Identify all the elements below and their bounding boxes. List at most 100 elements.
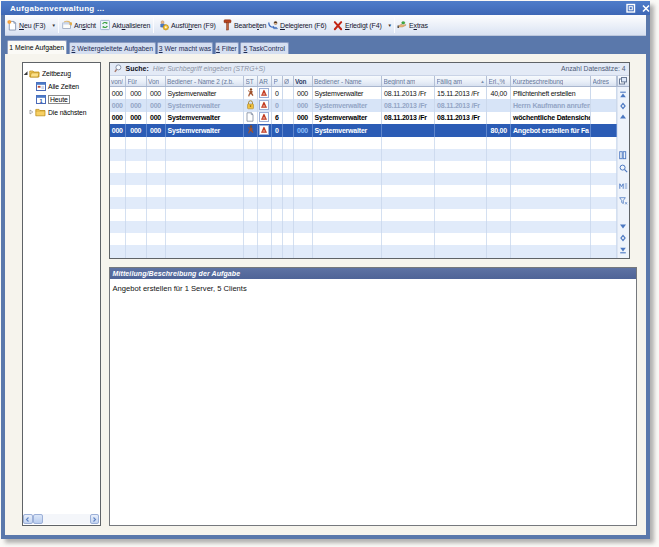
cell-von-: 000	[110, 87, 127, 99]
toolbar-button-ansicht[interactable]: Ansicht	[62, 15, 96, 35]
empty-cell	[487, 137, 511, 149]
cell-bediener-name-2-z-b-: Systemverwalter	[166, 124, 245, 136]
search-icon[interactable]	[619, 164, 628, 173]
tab-5[interactable]: 5 TaskControl	[240, 42, 289, 54]
tree-item-heute[interactable]: 1Heute	[29, 93, 70, 106]
column-header-erl-[interactable]: Erl.,%	[487, 76, 511, 86]
empty-cell	[258, 245, 273, 257]
cell-p: 6	[272, 112, 283, 124]
expander-expanded-icon[interactable]	[23, 70, 28, 77]
empty-cell	[244, 185, 258, 197]
go-last-icon[interactable]	[619, 245, 628, 254]
column-header-von[interactable]: Von	[294, 76, 313, 86]
column-header-beginnt-am[interactable]: Beginnt am	[382, 76, 435, 86]
column-header--[interactable]: Ø	[283, 76, 294, 86]
record-count: Anzahl Datensätze: 4	[561, 65, 626, 72]
dropdown-arrow-icon[interactable]: ▼	[51, 23, 55, 28]
page-up-icon[interactable]	[619, 101, 628, 110]
padlock-icon	[246, 100, 255, 111]
toolbar-button-label: Bearbeiten	[234, 22, 266, 29]
dropdown-arrow-icon[interactable]: ▼	[388, 23, 392, 28]
column-header-bediener-name[interactable]: Bediener - Name	[313, 76, 383, 86]
scroll-left-icon[interactable]	[23, 514, 33, 524]
tab-label: 2 Weitergeleitete Aufgaben	[72, 45, 154, 52]
tree-item-zeitbezug[interactable]: Zeitbezug	[23, 67, 71, 80]
search-label: Suche:	[126, 65, 149, 72]
column-header-adres[interactable]: Adres	[591, 76, 617, 86]
empty-cell	[591, 233, 617, 245]
empty-cell	[283, 173, 294, 185]
column-header-kurzbeschreibung[interactable]: Kurzbeschreibung	[511, 76, 591, 86]
empty-cell	[110, 209, 127, 221]
page-down-icon[interactable]	[619, 233, 628, 242]
filter-icon[interactable]	[619, 196, 628, 205]
empty-cell	[313, 209, 383, 221]
tab-label: 1 Meine Aufgaben	[9, 44, 64, 51]
grid-header-row: von/FürVonBediener - Name 2 (z.b.STARPØV…	[110, 76, 618, 87]
empty-grid-stripe	[110, 137, 618, 149]
toolbar-button-ausfhren[interactable]: Ausführen (F9)	[159, 15, 216, 35]
grid-search-row[interactable]: Suche: Hier Suchbegriff eingeben (STRG+S…	[110, 63, 629, 77]
inplace-icon[interactable]	[619, 181, 628, 190]
column-header-st[interactable]: ST	[244, 76, 258, 86]
time-filter-tree: ZeitbezugAlle Zeiten1HeuteDie nächsten	[22, 62, 101, 526]
description-body[interactable]: Angebot erstellen für 1 Server, 5 Client…	[110, 279, 637, 298]
title-bar[interactable]: Aufgabenverwaltung ...	[1, 1, 650, 15]
column-header-bediener-name-2-z-b-[interactable]: Bediener - Name 2 (z.b.	[166, 76, 245, 86]
empty-cell	[511, 245, 591, 257]
empty-cell	[294, 173, 313, 185]
customize-icon[interactable]	[619, 151, 628, 160]
tree-horizontal-scrollbar[interactable]	[23, 514, 99, 524]
empty-cell	[258, 197, 273, 209]
cell--	[283, 87, 294, 99]
grid-row-4[interactable]: 000000000Systemverwalter0000Systemverwal…	[110, 124, 618, 136]
column-header-ar[interactable]: AR	[258, 76, 273, 86]
grid-row-1[interactable]: 000000000Systemverwalter0000Systemverwal…	[110, 87, 618, 99]
tab-4[interactable]: 4 Filter	[215, 42, 239, 54]
cell-kurzbeschreibung: Herrn Kaufmann anrufen	[511, 99, 591, 111]
empty-cell	[258, 149, 273, 161]
empty-grid-stripe	[110, 197, 618, 209]
empty-cell	[110, 149, 127, 161]
empty-cell	[110, 245, 127, 257]
go-first-icon[interactable]	[619, 90, 628, 99]
search-icon	[114, 64, 122, 74]
close-icon[interactable]	[641, 3, 651, 13]
column-header-f-r[interactable]: Für	[126, 76, 147, 86]
restore-icon[interactable]	[626, 3, 636, 13]
toolbar-button-neu[interactable]: Neu (F3)▼	[7, 15, 56, 35]
row-up-icon[interactable]	[619, 112, 628, 121]
cell-f-llig-am: 08.11.2013 /Fr	[435, 99, 487, 111]
empty-cell	[126, 221, 147, 233]
column-header-von[interactable]: Von	[147, 76, 166, 86]
toolbar-button-delegieren[interactable]: Delegieren (F6)	[268, 15, 326, 35]
toolbar-button-extras[interactable]: Extras	[397, 15, 428, 35]
search-placeholder[interactable]: Hier Suchbegriff eingeben (STRG+S)	[153, 65, 265, 72]
cell-erl-	[487, 112, 511, 124]
grid-row-3[interactable]: 000000000Systemverwalter6000Systemverwal…	[110, 112, 618, 124]
toolbar-button-erledigt[interactable]: Erledigt (F4)▼	[333, 15, 392, 35]
scrollbar-thumb[interactable]	[33, 514, 43, 524]
toolbar-button-aktualisieren[interactable]: Aktualisieren	[100, 15, 150, 35]
row-down-icon[interactable]	[619, 221, 628, 230]
empty-cell	[147, 185, 166, 197]
expander-collapsed-icon[interactable]	[29, 109, 34, 116]
tab-2[interactable]: 2 Weitergeleitete Aufgaben	[69, 42, 157, 54]
tree-item-die-n-chsten[interactable]: Die nächsten	[29, 106, 86, 119]
tree-item-alle-zeiten[interactable]: Alle Zeiten	[29, 80, 79, 93]
field-chooser-icon[interactable]	[617, 76, 629, 87]
column-header-p[interactable]: P	[272, 76, 283, 86]
grid-row-2[interactable]: 000000000Systemverwalter0000Systemverwal…	[110, 99, 618, 111]
empty-cell	[313, 233, 383, 245]
empty-cell	[487, 245, 511, 257]
cell--	[283, 112, 294, 124]
column-header-f-llig-am[interactable]: Fällig am▲	[435, 76, 487, 86]
cell-von: 000	[294, 124, 313, 136]
column-header-von-[interactable]: von/	[110, 76, 127, 86]
scroll-right-icon[interactable]	[90, 514, 100, 524]
tab-1[interactable]: 1 Meine Aufgaben	[7, 40, 68, 54]
toolbar-button-bearbeiten[interactable]: Bearbeiten	[222, 15, 266, 35]
empty-cell	[435, 221, 487, 233]
cell-adres	[591, 124, 617, 136]
tab-3[interactable]: 3 Wer macht was	[157, 42, 213, 54]
